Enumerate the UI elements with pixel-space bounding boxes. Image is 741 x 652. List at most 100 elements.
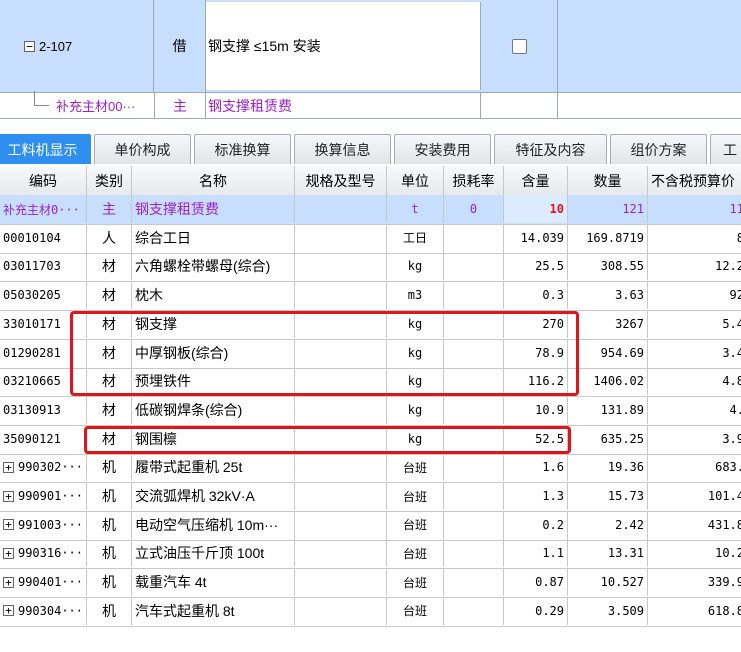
cell-type[interactable]: 材	[87, 367, 132, 396]
cell-code[interactable]: +990302···	[0, 453, 87, 482]
cell-spec[interactable]	[295, 338, 387, 367]
table-row[interactable]: +990302··· 机 履带式起重机 25t 台班 1.6 19.36 683.	[0, 453, 741, 484]
expand-icon[interactable]: +	[3, 576, 14, 588]
table-row[interactable]: +990401··· 机 载重汽车 4t 台班 0.87 10.527 339.9	[0, 568, 741, 599]
expand-icon[interactable]: +	[3, 461, 14, 473]
tab-unit-price-composition[interactable]: 单价构成	[94, 134, 191, 164]
cell-qty[interactable]: 270	[504, 309, 568, 338]
cell-qty[interactable]: 78.9	[504, 338, 568, 367]
cell-price[interactable]: 339.9	[648, 568, 741, 596]
sub-material-row[interactable]: 补充主材00··· 主 钢支撑租赁费	[0, 91, 741, 119]
cell-unit[interactable]: m3	[387, 281, 444, 310]
cell-unit[interactable]: kg	[387, 424, 444, 453]
cell-code[interactable]: 05030205	[0, 281, 87, 310]
cell-type[interactable]: 机	[87, 482, 132, 510]
cell-type[interactable]: 材	[87, 338, 132, 367]
cell-spec[interactable]	[295, 482, 387, 510]
cell-spec[interactable]	[295, 596, 387, 625]
cell-name[interactable]: 交流弧焊机 32kV·A	[132, 482, 295, 510]
tab-labor-material-machine[interactable]: 工料机显示	[0, 134, 91, 164]
cell-amount[interactable]: 121	[568, 195, 648, 223]
table-row[interactable]: 05030205 材 枕木 m3 0.3 3.63 92	[0, 281, 741, 312]
cell-price[interactable]: 618.8	[648, 597, 741, 625]
cell-amount[interactable]: 308.55	[568, 252, 648, 281]
table-row[interactable]: 01290281 材 中厚钢板(综合) kg 78.9 954.69 3.4	[0, 338, 741, 369]
cell-loss[interactable]	[444, 596, 504, 625]
cell-amount[interactable]: 10.527	[568, 568, 648, 597]
cell-loss[interactable]	[444, 510, 504, 539]
cell-spec[interactable]	[295, 252, 387, 281]
cell-price[interactable]: 12.2	[648, 252, 741, 280]
cell-spec[interactable]	[295, 281, 387, 310]
cell-name[interactable]: 钢支撑	[132, 309, 295, 338]
cell-qty[interactable]: 1.6	[504, 453, 568, 482]
expand-icon[interactable]: +	[3, 605, 14, 617]
cell-unit[interactable]: 台班	[387, 539, 444, 568]
cell-loss[interactable]	[444, 568, 504, 597]
tab-installation-cost[interactable]: 安装费用	[394, 134, 491, 164]
cell-spec[interactable]	[295, 195, 387, 223]
table-row[interactable]: 03210665 材 预埋铁件 kg 116.2 1406.02 4.8	[0, 367, 741, 398]
cell-amount[interactable]: 19.36	[568, 453, 648, 482]
cell-qty[interactable]: 0.29	[504, 596, 568, 625]
cell-unit[interactable]: kg	[387, 395, 444, 424]
col-loss-header[interactable]: 损耗率	[444, 166, 504, 195]
col-spec-header[interactable]: 规格及型号	[295, 166, 387, 195]
cell-spec[interactable]	[295, 395, 387, 424]
cell-unit[interactable]: kg	[387, 252, 444, 281]
cell-qty[interactable]: 10.9	[504, 395, 568, 424]
cell-unit[interactable]: 台班	[387, 568, 444, 597]
cell-code[interactable]: +990401···	[0, 568, 87, 597]
cell-amount[interactable]: 2.42	[568, 510, 648, 539]
cell-loss[interactable]	[444, 223, 504, 252]
cell-name[interactable]: 钢围檩	[132, 424, 295, 453]
cell-name[interactable]: 预埋铁件	[132, 367, 295, 396]
cell-price[interactable]: 92	[648, 281, 741, 309]
cell-price[interactable]: 4.8	[648, 367, 741, 395]
table-row[interactable]: 35090121 材 钢围檩 kg 52.5 635.25 3.9	[0, 424, 741, 455]
table-row[interactable]: +991003··· 机 电动空气压缩机 10m··· 台班 0.2 2.42 431.8	[0, 510, 741, 541]
col-unit-header[interactable]: 单位	[387, 166, 444, 195]
quota-checkbox[interactable]	[511, 38, 527, 54]
cell-unit[interactable]: kg	[387, 338, 444, 367]
cell-name[interactable]: 电动空气压缩机 10m···	[132, 510, 295, 539]
cell-price[interactable]: 431.8	[648, 511, 741, 539]
col-code-header[interactable]: 编码	[0, 166, 87, 195]
cell-code[interactable]: +991003···	[0, 510, 87, 539]
cell-loss[interactable]: 0	[444, 195, 504, 223]
cell-loss[interactable]	[444, 424, 504, 453]
cell-name[interactable]: 六角螺栓带螺母(综合)	[132, 252, 295, 281]
table-row[interactable]: 00010104 人 综合工日 工日 14.039 169.8719 8	[0, 223, 741, 254]
cell-amount[interactable]: 13.31	[568, 539, 648, 568]
cell-price[interactable]: 8	[648, 224, 741, 252]
cell-amount[interactable]: 954.69	[568, 338, 648, 367]
cell-type[interactable]: 材	[87, 281, 132, 310]
cell-unit[interactable]: kg	[387, 367, 444, 396]
cell-type[interactable]: 人	[87, 223, 132, 252]
cell-loss[interactable]	[444, 281, 504, 310]
cell-code[interactable]: 33010171	[0, 309, 87, 338]
cell-qty[interactable]: 1.1	[504, 539, 568, 568]
cell-name[interactable]: 低碳钢焊条(综合)	[132, 395, 295, 424]
cell-name[interactable]: 中厚钢板(综合)	[132, 338, 295, 367]
tab-features-content[interactable]: 特征及内容	[494, 134, 607, 164]
cell-type[interactable]: 材	[87, 395, 132, 424]
cell-loss[interactable]	[444, 338, 504, 367]
cell-price[interactable]: 683.	[648, 453, 741, 481]
cell-unit[interactable]: 台班	[387, 596, 444, 625]
cell-spec[interactable]	[295, 539, 387, 568]
cell-qty[interactable]: 1.3	[504, 482, 568, 510]
col-price-header[interactable]: 不含税预算价	[648, 166, 741, 195]
cell-type[interactable]: 机	[87, 596, 132, 625]
cell-loss[interactable]	[444, 453, 504, 482]
cell-type[interactable]: 机	[87, 568, 132, 597]
cell-unit[interactable]: 台班	[387, 482, 444, 510]
cell-qty[interactable]: 14.039	[504, 223, 568, 252]
table-row[interactable]: +990304··· 机 汽车式起重机 8t 台班 0.29 3.509 618.8	[0, 596, 741, 627]
cell-name[interactable]: 钢支撑租赁费	[132, 195, 295, 223]
cell-name[interactable]: 立式油压千斤顶 100t	[132, 539, 295, 568]
cell-code[interactable]: +990316···	[0, 539, 87, 568]
cell-price[interactable]: 3.9	[648, 425, 741, 453]
expand-icon[interactable]: +	[3, 519, 14, 531]
cell-amount[interactable]: 635.25	[568, 424, 648, 453]
